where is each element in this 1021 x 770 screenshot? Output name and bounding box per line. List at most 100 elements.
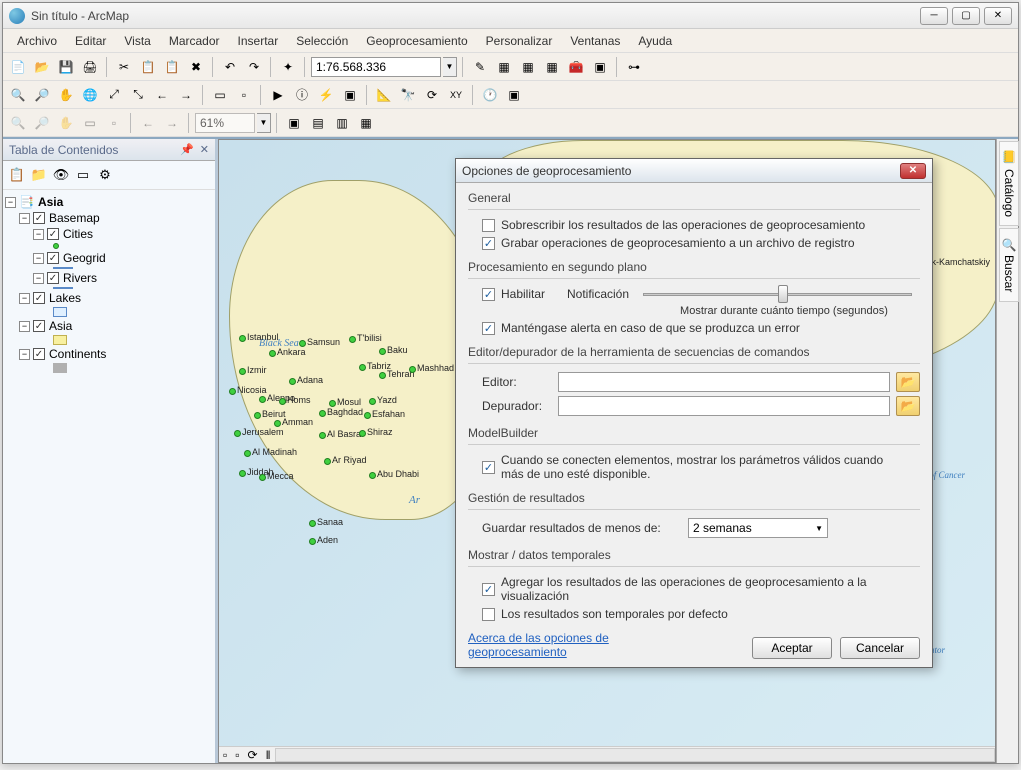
layer-lakes[interactable]: − Lakes <box>5 290 213 306</box>
menu-ayuda[interactable]: Ayuda <box>630 31 680 51</box>
full-extent-icon[interactable]: 🌐 <box>79 84 101 106</box>
layout-100-icon[interactable]: ▫ <box>103 112 125 134</box>
select-features-icon[interactable]: ▭ <box>209 84 231 106</box>
scale-dropdown-icon[interactable]: ▼ <box>443 57 457 77</box>
menu-archivo[interactable]: Archivo <box>9 31 65 51</box>
layer-cities[interactable]: − Cities <box>5 226 213 242</box>
cut-icon[interactable]: ✂ <box>113 56 135 78</box>
alert-checkbox[interactable] <box>482 322 495 335</box>
list-by-selection-icon[interactable]: ▭ <box>73 165 93 185</box>
mb-checkbox[interactable] <box>482 461 495 474</box>
layer-checkbox[interactable] <box>33 212 45 224</box>
refresh-icon[interactable]: ⟳ <box>244 748 262 762</box>
dds-toolbar-icon[interactable]: ▦ <box>355 112 377 134</box>
collapse-icon[interactable]: − <box>5 197 16 208</box>
fixed-zoom-out-icon[interactable]: ⤡ <box>127 84 149 106</box>
redo-icon[interactable]: ↷ <box>243 56 265 78</box>
layer-checkbox[interactable] <box>47 272 59 284</box>
layer-geogrid[interactable]: − Geogrid <box>5 250 213 266</box>
find-icon[interactable]: 🔭 <box>397 84 419 106</box>
layer-checkbox[interactable] <box>33 348 45 360</box>
fixed-zoom-in-icon[interactable]: ⤢ <box>103 84 125 106</box>
pause-icon[interactable]: ‖ <box>262 748 275 762</box>
add-results-checkbox[interactable] <box>482 583 495 596</box>
add-data-icon[interactable]: ✦ <box>277 56 299 78</box>
layer-asia[interactable]: − Asia <box>5 318 213 334</box>
menu-seleccion[interactable]: Selección <box>288 31 356 51</box>
pan-icon[interactable]: ✋ <box>55 84 77 106</box>
hyperlink-icon[interactable]: ⚡ <box>315 84 337 106</box>
scale-input[interactable] <box>311 57 441 77</box>
clear-selection-icon[interactable]: ▫ <box>233 84 255 106</box>
collapse-icon[interactable]: − <box>33 273 44 284</box>
data-view-icon[interactable]: ▫ <box>219 748 231 762</box>
toggle-draft-icon[interactable]: ▣ <box>283 112 305 134</box>
sidetab-buscar[interactable]: 🔍Buscar <box>999 228 1019 302</box>
search-icon[interactable]: ▦ <box>541 56 563 78</box>
select-elements-icon[interactable]: ▶ <box>267 84 289 106</box>
layout-zoom-in-icon[interactable]: 🔍 <box>7 112 29 134</box>
layout-pan-icon[interactable]: ✋ <box>55 112 77 134</box>
focus-dataframe-icon[interactable]: ▤ <box>307 112 329 134</box>
collapse-icon[interactable]: − <box>19 321 30 332</box>
menu-ventanas[interactable]: Ventanas <box>562 31 628 51</box>
menu-vista[interactable]: Vista <box>116 31 158 51</box>
undo-icon[interactable]: ↶ <box>219 56 241 78</box>
save-icon[interactable]: 💾 <box>55 56 77 78</box>
catalog-icon[interactable]: ▦ <box>517 56 539 78</box>
layout-forward-icon[interactable]: → <box>161 112 183 134</box>
sidetab-catalog[interactable]: 📒Catálogo <box>999 141 1019 226</box>
dialog-titlebar[interactable]: Opciones de geoprocesamiento ✕ <box>456 159 932 183</box>
log-checkbox[interactable] <box>482 237 495 250</box>
keep-results-combo[interactable]: 2 semanas▼ <box>688 518 828 538</box>
collapse-icon[interactable]: − <box>19 213 30 224</box>
slider-thumb[interactable] <box>778 285 788 303</box>
zoom-out-icon[interactable]: 🔎 <box>31 84 53 106</box>
layout-view-icon[interactable]: ▫ <box>231 748 243 762</box>
dialog-close-button[interactable]: ✕ <box>900 163 926 179</box>
zoom-in-icon[interactable]: 🔍 <box>7 84 29 106</box>
menu-marcador[interactable]: Marcador <box>161 31 228 51</box>
list-by-drawing-order-icon[interactable]: 📋 <box>7 165 27 185</box>
debugger-input[interactable] <box>558 396 890 416</box>
layer-rivers[interactable]: − Rivers <box>5 270 213 286</box>
copy-icon[interactable]: 📋 <box>137 56 159 78</box>
paste-icon[interactable]: 📋 <box>161 56 183 78</box>
map-scrollbar-h[interactable]: ▫ ▫ ⟳ ‖ <box>219 746 995 762</box>
change-layout-icon[interactable]: ▥ <box>331 112 353 134</box>
arctoolbox-icon[interactable]: 🧰 <box>565 56 587 78</box>
menu-editar[interactable]: Editar <box>67 31 114 51</box>
layer-checkbox[interactable] <box>47 228 59 240</box>
html-popup-icon[interactable]: ▣ <box>339 84 361 106</box>
layout-zoom-out-icon[interactable]: 🔎 <box>31 112 53 134</box>
options-icon[interactable]: ⚙ <box>95 165 115 185</box>
collapse-icon[interactable]: − <box>33 229 44 240</box>
toc-close-icon[interactable]: ✕ <box>200 143 209 156</box>
delete-icon[interactable]: ✖ <box>185 56 207 78</box>
cancel-button[interactable]: Cancelar <box>840 637 920 659</box>
modelbuilder-icon[interactable]: ⊶ <box>623 56 645 78</box>
layer-checkbox[interactable] <box>47 252 59 264</box>
temp-results-checkbox[interactable] <box>482 608 495 621</box>
time-slider-icon[interactable]: 🕐 <box>479 84 501 106</box>
python-icon[interactable]: ▣ <box>589 56 611 78</box>
layer-basemap[interactable]: − Basemap <box>5 210 213 226</box>
find-route-icon[interactable]: ⟳ <box>421 84 443 106</box>
viewer-window-icon[interactable]: ▣ <box>503 84 525 106</box>
goto-xy-icon[interactable]: XY <box>445 84 467 106</box>
print-icon[interactable]: 🖨 <box>79 56 101 78</box>
list-by-source-icon[interactable]: 📁 <box>29 165 49 185</box>
zoom-dropdown-icon[interactable]: ▼ <box>257 113 271 133</box>
layer-checkbox[interactable] <box>33 292 45 304</box>
pin-icon[interactable]: 📌 <box>180 143 194 156</box>
layer-continents[interactable]: − Continents <box>5 346 213 362</box>
open-icon[interactable]: 📂 <box>31 56 53 78</box>
zoom-percent-input[interactable] <box>195 113 255 133</box>
layout-back-icon[interactable]: ← <box>137 112 159 134</box>
back-icon[interactable]: ← <box>151 84 173 106</box>
layout-whole-page-icon[interactable]: ▭ <box>79 112 101 134</box>
minimize-button[interactable]: ─ <box>920 7 948 25</box>
notification-slider[interactable] <box>643 293 912 296</box>
editor-toolbar-icon[interactable]: ✎ <box>469 56 491 78</box>
collapse-icon[interactable]: − <box>19 293 30 304</box>
